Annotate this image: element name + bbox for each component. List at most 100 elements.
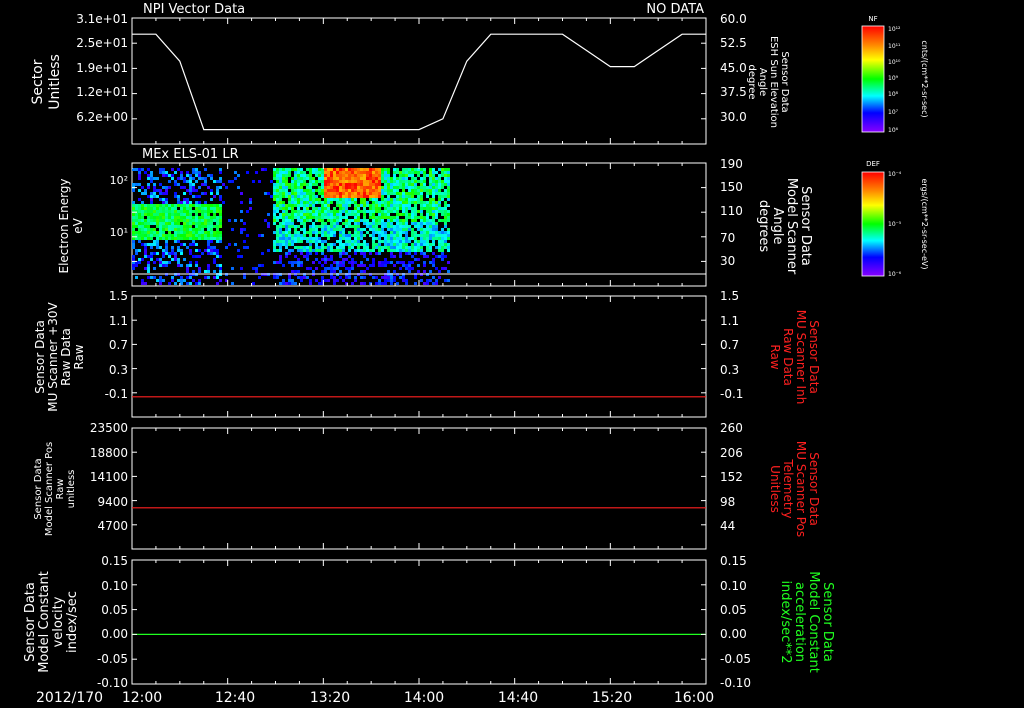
els-heatmap-cell — [327, 201, 330, 204]
els-heatmap-cell — [441, 180, 444, 183]
els-heatmap-cell — [351, 219, 354, 222]
els-heatmap-cell — [138, 237, 141, 240]
els-heatmap-cell — [333, 177, 336, 180]
els-heatmap-cell — [363, 222, 366, 225]
scanpos-tick-right: 152 — [720, 470, 743, 484]
els-heatmap-cell — [306, 252, 309, 255]
els-heatmap-cell — [309, 183, 312, 186]
els-heatmap-cell — [381, 219, 384, 222]
els-heatmap-cell — [174, 258, 177, 261]
els-heatmap-cell — [144, 267, 147, 270]
els-heatmap-cell — [330, 231, 333, 234]
els-heatmap-cell — [312, 216, 315, 219]
els-heatmap-cell — [141, 201, 144, 204]
els-heatmap-cell — [330, 267, 333, 270]
els-heatmap-cell — [327, 234, 330, 237]
els-heatmap-cell — [345, 195, 348, 198]
mu-raw-ylabel-left: Raw Data — [59, 328, 73, 386]
els-heatmap-cell — [207, 207, 210, 210]
els-heatmap-cell — [354, 240, 357, 243]
els-heatmap-cell — [312, 195, 315, 198]
els-heatmap-cell — [132, 207, 135, 210]
els-heatmap-cell — [354, 279, 357, 282]
els-heatmap-cell — [408, 267, 411, 270]
els-heatmap-cell — [378, 249, 381, 252]
els-heatmap-cell — [348, 234, 351, 237]
els-heatmap-cell — [360, 219, 363, 222]
els-heatmap-cell — [324, 213, 327, 216]
mu-raw-ylabel-left: MU Scanner +30V — [46, 302, 60, 412]
els-heatmap-cell — [306, 237, 309, 240]
els-heatmap-cell — [261, 168, 264, 171]
els-heatmap-cell — [363, 189, 366, 192]
els-heatmap-cell — [378, 219, 381, 222]
els-heatmap-cell — [432, 216, 435, 219]
els-heatmap-cell — [435, 171, 438, 174]
els-heatmap-cell — [426, 192, 429, 195]
els-heatmap-cell — [345, 204, 348, 207]
els-heatmap-cell — [198, 255, 201, 258]
els-heatmap-cell — [384, 234, 387, 237]
els-heatmap-cell — [384, 213, 387, 216]
els-heatmap-cell — [168, 204, 171, 207]
els-heatmap-cell — [432, 231, 435, 234]
els-heatmap-cell — [279, 213, 282, 216]
els-heatmap-cell — [372, 243, 375, 246]
els-heatmap-cell — [390, 249, 393, 252]
colorbar-nf-tick: 10¹² — [888, 26, 901, 33]
els-heatmap-cell — [429, 219, 432, 222]
els-ylabel-right: Sensor Data — [798, 186, 813, 266]
els-heatmap-cell — [282, 201, 285, 204]
els-heatmap-cell — [168, 207, 171, 210]
els-heatmap-cell — [399, 183, 402, 186]
els-heatmap-cell — [411, 213, 414, 216]
els-heatmap-cell — [174, 237, 177, 240]
els-heatmap-cell — [219, 240, 222, 243]
els-heatmap-cell — [387, 168, 390, 171]
els-heatmap-cell — [381, 225, 384, 228]
els-heatmap-cell — [396, 189, 399, 192]
els-heatmap-cell — [342, 279, 345, 282]
els-heatmap-cell — [300, 183, 303, 186]
els-heatmap-cell — [405, 177, 408, 180]
els-heatmap-cell — [321, 225, 324, 228]
els-heatmap-cell — [372, 261, 375, 264]
els-heatmap-cell — [396, 210, 399, 213]
els-heatmap-cell — [357, 228, 360, 231]
els-heatmap-cell — [333, 207, 336, 210]
els-heatmap-cell — [279, 231, 282, 234]
els-heatmap-cell — [312, 183, 315, 186]
els-heatmap-cell — [390, 207, 393, 210]
els-heatmap-cell — [306, 255, 309, 258]
els-heatmap-cell — [372, 201, 375, 204]
colorbar-def-tick: 10⁻⁴ — [888, 171, 902, 178]
els-heatmap-cell — [360, 237, 363, 240]
els-heatmap-cell — [273, 246, 276, 249]
els-heatmap-cell — [198, 270, 201, 273]
els-heatmap-cell — [195, 228, 198, 231]
els-heatmap-cell — [150, 234, 153, 237]
els-heatmap-cell — [171, 276, 174, 279]
els-heatmap-cell — [390, 237, 393, 240]
els-heatmap-cell — [165, 246, 168, 249]
els-heatmap-cell — [411, 255, 414, 258]
els-heatmap-cell — [309, 210, 312, 213]
els-heatmap-cell — [216, 282, 219, 285]
els-heatmap-cell — [360, 276, 363, 279]
els-heatmap-cell — [297, 195, 300, 198]
els-heatmap-cell — [402, 174, 405, 177]
els-heatmap-cell — [207, 222, 210, 225]
els-heatmap-cell — [150, 171, 153, 174]
els-heatmap-cell — [438, 180, 441, 183]
els-heatmap-cell — [288, 183, 291, 186]
els-heatmap-cell — [189, 216, 192, 219]
els-heatmap-cell — [279, 255, 282, 258]
els-heatmap-cell — [324, 168, 327, 171]
els-heatmap-cell — [405, 210, 408, 213]
els-heatmap-cell — [321, 207, 324, 210]
els-heatmap-cell — [144, 228, 147, 231]
els-heatmap-cell — [339, 186, 342, 189]
els-heatmap-cell — [144, 255, 147, 258]
els-heatmap-cell — [435, 216, 438, 219]
els-heatmap-cell — [315, 198, 318, 201]
